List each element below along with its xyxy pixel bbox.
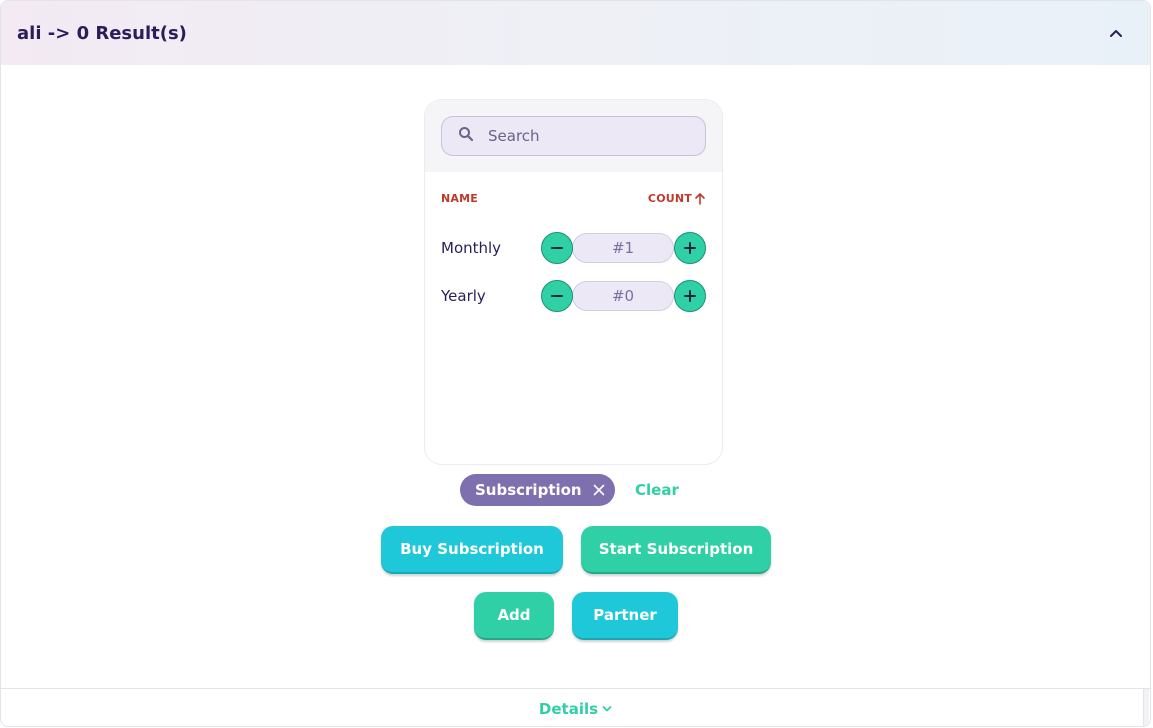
scrollbar[interactable] <box>1143 689 1149 726</box>
quantity-stepper: #0 <box>541 280 706 312</box>
arrow-up-icon <box>695 193 705 205</box>
plus-icon <box>684 242 696 254</box>
quantity-field[interactable]: #0 <box>572 281 674 311</box>
row-label: Yearly <box>441 287 486 305</box>
clear-filters-link[interactable]: Clear <box>635 481 679 499</box>
subscription-picker-card: NAME COUNT Monthly #1 Yearly #0 <box>424 99 723 465</box>
decrement-button[interactable] <box>541 232 573 264</box>
close-icon[interactable] <box>591 482 607 498</box>
minus-icon <box>551 247 563 249</box>
panel-footer: Details <box>1 688 1150 726</box>
start-subscription-button[interactable]: Start Subscription <box>581 526 771 574</box>
panel-header[interactable]: ali -> 0 Result(s) <box>1 1 1150 65</box>
results-panel: ali -> 0 Result(s) NAME COUNT Monthly #1 <box>0 0 1151 727</box>
quantity-stepper: #1 <box>541 232 706 264</box>
column-header-count[interactable]: COUNT <box>648 192 706 205</box>
column-header-name: NAME <box>441 192 478 205</box>
quantity-field[interactable]: #1 <box>572 233 674 263</box>
search-box[interactable] <box>441 116 706 156</box>
plus-icon <box>684 290 696 302</box>
column-header-count-label: COUNT <box>647 192 692 205</box>
search-icon <box>458 126 474 146</box>
search-input[interactable] <box>488 127 688 145</box>
increment-button[interactable] <box>674 280 706 312</box>
partner-button[interactable]: Partner <box>572 592 678 640</box>
page-title: ali -> 0 Result(s) <box>17 22 187 44</box>
chevron-up-icon[interactable] <box>1106 23 1126 43</box>
list-item: Monthly #1 <box>441 232 706 264</box>
filter-chip-label: Subscription <box>475 481 582 499</box>
decrement-button[interactable] <box>541 280 573 312</box>
add-button[interactable]: Add <box>474 592 554 640</box>
increment-button[interactable] <box>674 232 706 264</box>
row-label: Monthly <box>441 239 502 257</box>
details-toggle[interactable]: Details <box>539 700 612 718</box>
filter-chip[interactable]: Subscription <box>460 474 615 506</box>
minus-icon <box>551 295 563 297</box>
buy-subscription-button[interactable]: Buy Subscription <box>381 526 563 574</box>
details-label: Details <box>538 699 599 718</box>
list-item: Yearly #0 <box>441 280 706 312</box>
chevron-down-icon <box>602 705 612 711</box>
